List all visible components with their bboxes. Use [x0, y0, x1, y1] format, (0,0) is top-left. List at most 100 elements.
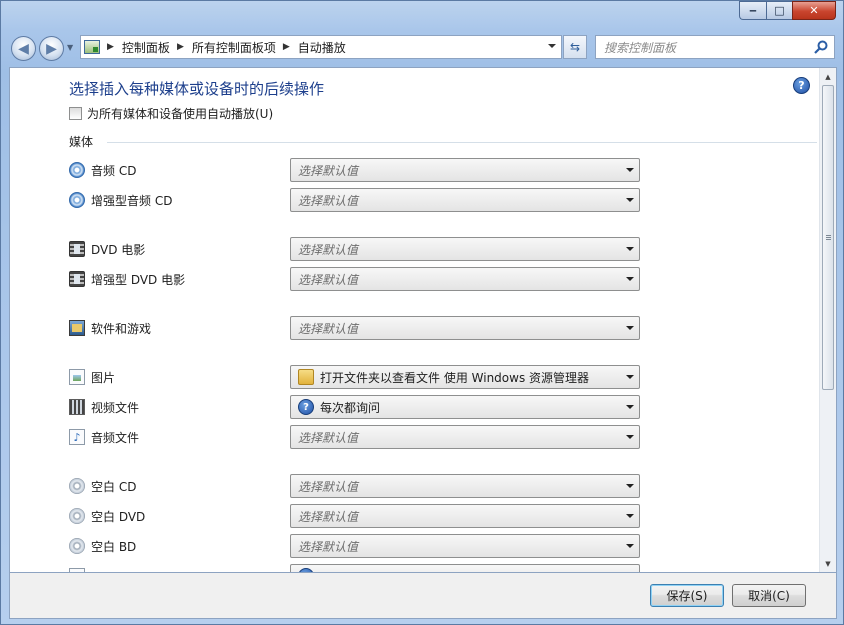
scrollbar-thumb[interactable]: [822, 85, 834, 390]
select-partial[interactable]: ?: [290, 564, 640, 572]
dvd-movie-icon: [69, 241, 85, 257]
row-label-pictures: 图片: [69, 367, 115, 387]
row-label-enhanced-audio-cd: 增强型音频 CD: [69, 190, 172, 210]
chevron-down-icon: [626, 326, 634, 330]
select-audio-files[interactable]: 选择默认值: [290, 425, 640, 449]
row-label-audio-cd: 音频 CD: [69, 160, 136, 180]
forward-button[interactable]: ▶: [39, 36, 64, 61]
row-label-audio-files: ♪ 音频文件: [69, 427, 139, 447]
row-text: 音频文件: [91, 430, 140, 445]
pictures-icon: [69, 369, 85, 385]
question-icon: ?: [298, 399, 314, 415]
row-label-blank-dvd: 空白 DVD: [69, 506, 145, 526]
save-button[interactable]: 保存(S): [650, 584, 724, 607]
chevron-down-icon: [626, 484, 634, 488]
scroll-down-icon[interactable]: ▼: [820, 555, 836, 572]
caption-buttons: ‒ □ ✕: [739, 1, 836, 21]
content-pane: ? 选择插入每种媒体或设备时的后续操作 为所有媒体和设备使用自动播放(U) 媒体…: [9, 67, 837, 573]
select-enhanced-dvd-movie[interactable]: 选择默认值: [290, 267, 640, 291]
chevron-down-icon: [626, 198, 634, 202]
row-text: 视频文件: [91, 400, 140, 415]
audio-files-icon: ♪: [69, 429, 85, 445]
chevron-down-icon: [626, 168, 634, 172]
select-video-files[interactable]: ? 每次都询问: [290, 395, 640, 419]
select-blank-cd[interactable]: 选择默认值: [290, 474, 640, 498]
select-value: 选择默认值: [298, 479, 359, 494]
chevron-down-icon: [626, 375, 634, 379]
chevron-right-icon[interactable]: ▶: [107, 42, 114, 52]
refresh-button[interactable]: ⇆: [563, 35, 587, 59]
select-pictures[interactable]: 打开文件夹以查看文件 使用 Windows 资源管理器: [290, 365, 640, 389]
chevron-right-icon[interactable]: ▶: [177, 42, 184, 52]
select-blank-dvd[interactable]: 选择默认值: [290, 504, 640, 528]
row-text: 增强型音频 CD: [91, 193, 173, 208]
minimize-button[interactable]: ‒: [739, 1, 766, 20]
select-blank-bd[interactable]: 选择默认值: [290, 534, 640, 558]
blank-cd-icon: [69, 478, 85, 494]
control-panel-icon: [84, 40, 100, 54]
breadcrumb-autoplay[interactable]: 自动播放: [298, 39, 346, 56]
row-text: 音频 CD: [91, 163, 137, 178]
page-title: 选择插入每种媒体或设备时的后续操作: [69, 80, 325, 98]
row-label-video-files: 视频文件: [69, 397, 139, 417]
video-files-icon: [69, 399, 85, 415]
navigation-bar: ◀ ▶ ▼ ▶ 控制面板 ▶ 所有控制面板项 ▶ 自动播放 ⇆ 搜索控制面板: [1, 28, 844, 64]
section-media-label: 媒体: [69, 135, 94, 149]
use-autoplay-row[interactable]: 为所有媒体和设备使用自动播放(U): [69, 105, 273, 122]
chevron-down-icon: [626, 247, 634, 251]
select-value: 选择默认值: [298, 430, 359, 445]
use-autoplay-label[interactable]: 为所有媒体和设备使用自动播放(U): [87, 105, 273, 122]
select-software-games[interactable]: 选择默认值: [290, 316, 640, 340]
arrow-left-icon: ◀: [18, 40, 29, 57]
row-text: 软件和游戏: [91, 321, 152, 336]
recent-pages-dropdown[interactable]: ▼: [67, 43, 73, 52]
search-box[interactable]: 搜索控制面板: [595, 35, 835, 59]
row-label-software-games: 软件和游戏: [69, 318, 151, 338]
vertical-scrollbar[interactable]: ▲ ▼: [819, 68, 836, 572]
search-input[interactable]: 搜索控制面板: [604, 39, 676, 56]
enhanced-dvd-movie-icon: [69, 271, 85, 287]
row-text: 图片: [91, 370, 116, 385]
select-value: 选择默认值: [298, 539, 359, 554]
row-text: 空白 BD: [91, 539, 137, 554]
chevron-down-icon: [626, 514, 634, 518]
audio-cd-icon: [69, 162, 85, 178]
cancel-button[interactable]: 取消(C): [732, 584, 806, 607]
window-frame: ‒ □ ✕ ◀ ▶ ▼ ▶ 控制面板 ▶ 所有控制面板项 ▶ 自动播放 ⇆ 搜索…: [0, 0, 844, 625]
chevron-down-icon: [626, 435, 634, 439]
row-label-blank-bd: 空白 BD: [69, 536, 136, 556]
chevron-down-icon: [626, 277, 634, 281]
address-bar[interactable]: ▶ 控制面板 ▶ 所有控制面板项 ▶ 自动播放: [80, 35, 562, 59]
select-value: 选择默认值: [298, 193, 359, 208]
select-enhanced-audio-cd[interactable]: 选择默认值: [290, 188, 640, 212]
breadcrumb-control-panel[interactable]: 控制面板: [122, 39, 170, 56]
row-text: 空白 DVD: [91, 509, 146, 524]
software-games-icon: [69, 320, 85, 336]
address-dropdown-icon[interactable]: [548, 44, 556, 48]
arrow-right-icon: ▶: [46, 40, 57, 57]
breadcrumb-all-items[interactable]: 所有控制面板项: [192, 39, 276, 56]
select-audio-cd[interactable]: 选择默认值: [290, 158, 640, 182]
blank-dvd-icon: [69, 508, 85, 524]
row-label-blank-cd: 空白 CD: [69, 476, 136, 496]
scroll-up-icon[interactable]: ▲: [820, 68, 836, 85]
blank-bd-icon: [69, 538, 85, 554]
row-text: DVD 电影: [91, 242, 146, 257]
folder-icon: [298, 369, 314, 385]
section-divider: [107, 142, 817, 143]
select-value: 打开文件夹以查看文件 使用 Windows 资源管理器: [320, 370, 590, 385]
select-value: 选择默认值: [298, 321, 359, 336]
back-button[interactable]: ◀: [11, 36, 36, 61]
help-icon[interactable]: ?: [793, 77, 810, 94]
maximize-button[interactable]: □: [766, 1, 792, 20]
select-dvd-movie[interactable]: 选择默认值: [290, 237, 640, 261]
row-text: 增强型 DVD 电影: [91, 272, 186, 287]
search-icon[interactable]: [813, 39, 829, 55]
chevron-right-icon[interactable]: ▶: [283, 42, 290, 52]
use-autoplay-checkbox[interactable]: [69, 107, 82, 120]
row-label-partial: [69, 566, 91, 572]
close-button[interactable]: ✕: [792, 1, 836, 20]
select-value: 选择默认值: [298, 272, 359, 287]
select-value: 选择默认值: [298, 163, 359, 178]
row-label-dvd-movie: DVD 电影: [69, 239, 145, 259]
